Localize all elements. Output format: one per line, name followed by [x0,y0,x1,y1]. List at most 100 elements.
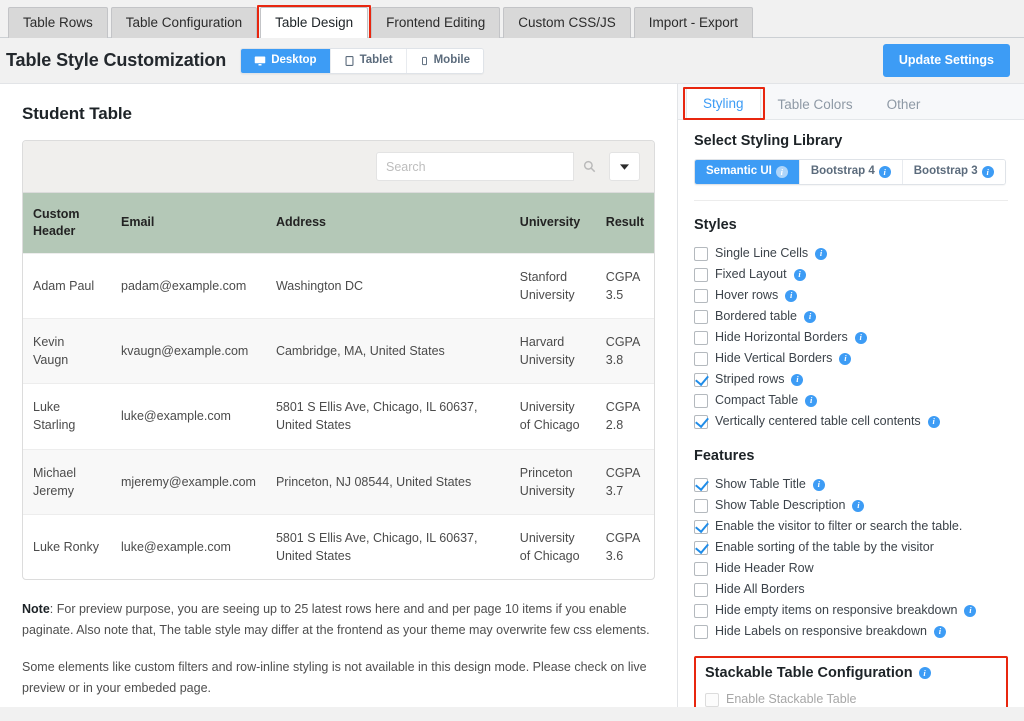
checkbox-label: Bordered table [715,310,797,323]
device-button-mobile[interactable]: Mobile [407,49,483,73]
info-icon[interactable]: i [855,332,867,344]
tab-other[interactable]: Other [870,88,938,121]
info-icon[interactable]: i [934,626,946,638]
info-icon[interactable]: i [928,416,940,428]
info-icon[interactable]: i [852,500,864,512]
checkbox-row-vertically-centered[interactable]: Vertically centered table cell contents … [694,411,1008,432]
tab-import-export[interactable]: Import - Export [634,7,753,39]
styling-library-switcher: Semantic UI i Bootstrap 4 i Bootstrap 3 … [694,159,1006,185]
column-header-email[interactable]: Email [111,193,266,253]
checkbox-bordered-table[interactable] [694,310,708,324]
checkbox-row-hide-labels[interactable]: Hide Labels on responsive breakdown i [694,621,1008,642]
checkbox-enable-filter-search[interactable] [694,520,708,534]
checkbox-row-fixed-layout[interactable]: Fixed Layout i [694,264,1008,285]
checkbox-row-hide-horizontal-borders[interactable]: Hide Horizontal Borders i [694,327,1008,348]
info-icon[interactable]: i [879,166,891,178]
cell-email: mjeremy@example.com [111,449,266,514]
settings-body: Select Styling Library Semantic UI i Boo… [678,120,1024,707]
column-header-address[interactable]: Address [266,193,510,253]
column-header-university[interactable]: University [510,193,596,253]
library-button-bootstrap-3[interactable]: Bootstrap 3 i [903,160,1005,184]
checkbox-hover-rows[interactable] [694,289,708,303]
checkbox-row-hover-rows[interactable]: Hover rows i [694,285,1008,306]
cell-name: Michael Jeremy [23,449,111,514]
library-button-label: Bootstrap 4 [811,166,875,178]
tab-table-design[interactable]: Table Design [260,7,368,39]
checkbox-striped-rows[interactable] [694,373,708,387]
tab-item-wrap: Import - Export [634,6,753,38]
mobile-icon [420,55,429,67]
library-button-semantic-ui[interactable]: Semantic UI i [695,160,800,184]
settings-pane: Styling Table Colors Other Select Stylin… [678,83,1024,707]
info-icon[interactable]: i [791,374,803,386]
settings-tab-strip: Styling Table Colors Other [678,84,1024,120]
info-icon[interactable]: i [839,353,851,365]
checkbox-row-enable-sorting[interactable]: Enable sorting of the table by the visit… [694,537,1008,558]
cell-email: padam@example.com [111,253,266,318]
info-icon[interactable]: i [964,605,976,617]
checkbox-enable-stackable-table[interactable] [705,693,719,707]
checkbox-hide-empty-items[interactable] [694,604,708,618]
checkbox-fixed-layout[interactable] [694,268,708,282]
checkbox-compact-table[interactable] [694,394,708,408]
checkbox-row-show-table-title[interactable]: Show Table Title i [694,474,1008,495]
checkbox-row-show-table-description[interactable]: Show Table Description i [694,495,1008,516]
cell-address: Washington DC [266,253,510,318]
info-icon[interactable]: i [982,166,994,178]
stackable-heading-text: Stackable Table Configuration [705,665,913,681]
tab-table-rows[interactable]: Table Rows [8,7,108,39]
device-button-label: Desktop [271,55,316,67]
cell-name: Luke Starling [23,384,111,449]
checkbox-row-bordered-table[interactable]: Bordered table i [694,306,1008,327]
checkbox-row-hide-empty-items[interactable]: Hide empty items on responsive breakdown… [694,600,1008,621]
checkbox-row-enable-filter-search[interactable]: Enable the visitor to filter or search t… [694,516,1008,537]
checkbox-hide-all-borders[interactable] [694,583,708,597]
checkbox-hide-labels[interactable] [694,625,708,639]
search-input[interactable] [376,152,574,181]
info-icon[interactable]: i [785,290,797,302]
tab-custom-css-js[interactable]: Custom CSS/JS [503,7,631,39]
checkbox-row-hide-vertical-borders[interactable]: Hide Vertical Borders i [694,348,1008,369]
checkbox-show-table-description[interactable] [694,499,708,513]
checkbox-hide-horizontal-borders[interactable] [694,331,708,345]
column-header-custom-header[interactable]: Custom Header [23,193,111,253]
checkbox-enable-sorting[interactable] [694,541,708,555]
checkbox-row-single-line-cells[interactable]: Single Line Cells i [694,243,1008,264]
checkbox-row-enable-stackable-table[interactable]: Enable Stackable Table [705,689,997,707]
cell-university: Princeton University [510,449,596,514]
info-icon[interactable]: i [919,667,931,679]
page-header-bar: Table Style Customization Desktop Tablet [0,38,1024,83]
checkbox-hide-header-row[interactable] [694,562,708,576]
checkbox-hide-vertical-borders[interactable] [694,352,708,366]
cell-name: Luke Ronky [23,514,111,579]
info-icon[interactable]: i [815,248,827,260]
info-icon[interactable]: i [804,311,816,323]
info-icon[interactable]: i [776,166,788,178]
checkbox-row-hide-header-row[interactable]: Hide Header Row [694,558,1008,579]
checkbox-row-hide-all-borders[interactable]: Hide All Borders [694,579,1008,600]
checkbox-vertically-centered[interactable] [694,415,708,429]
info-icon[interactable]: i [813,479,825,491]
tab-table-colors[interactable]: Table Colors [761,88,870,121]
column-header-result[interactable]: Result [596,193,654,253]
cell-name: Kevin Vaugn [23,319,111,384]
tab-frontend-editing[interactable]: Frontend Editing [371,7,500,39]
tab-styling[interactable]: Styling [686,87,761,121]
cell-email: kvaugn@example.com [111,319,266,384]
checkbox-row-compact-table[interactable]: Compact Table i [694,390,1008,411]
device-button-tablet[interactable]: Tablet [331,49,407,73]
device-preview-switcher: Desktop Tablet Mobile [240,48,484,74]
search-column-dropdown-button[interactable] [609,152,640,181]
update-settings-button[interactable]: Update Settings [883,44,1010,77]
checkbox-single-line-cells[interactable] [694,247,708,261]
tablet-icon [344,55,355,67]
search-icon[interactable] [574,152,604,181]
device-button-desktop[interactable]: Desktop [241,49,330,73]
checkbox-row-striped-rows[interactable]: Striped rows i [694,369,1008,390]
divider [694,200,1008,201]
checkbox-show-table-title[interactable] [694,478,708,492]
library-button-bootstrap-4[interactable]: Bootstrap 4 i [800,160,903,184]
info-icon[interactable]: i [794,269,806,281]
tab-table-configuration[interactable]: Table Configuration [111,7,257,39]
info-icon[interactable]: i [805,395,817,407]
